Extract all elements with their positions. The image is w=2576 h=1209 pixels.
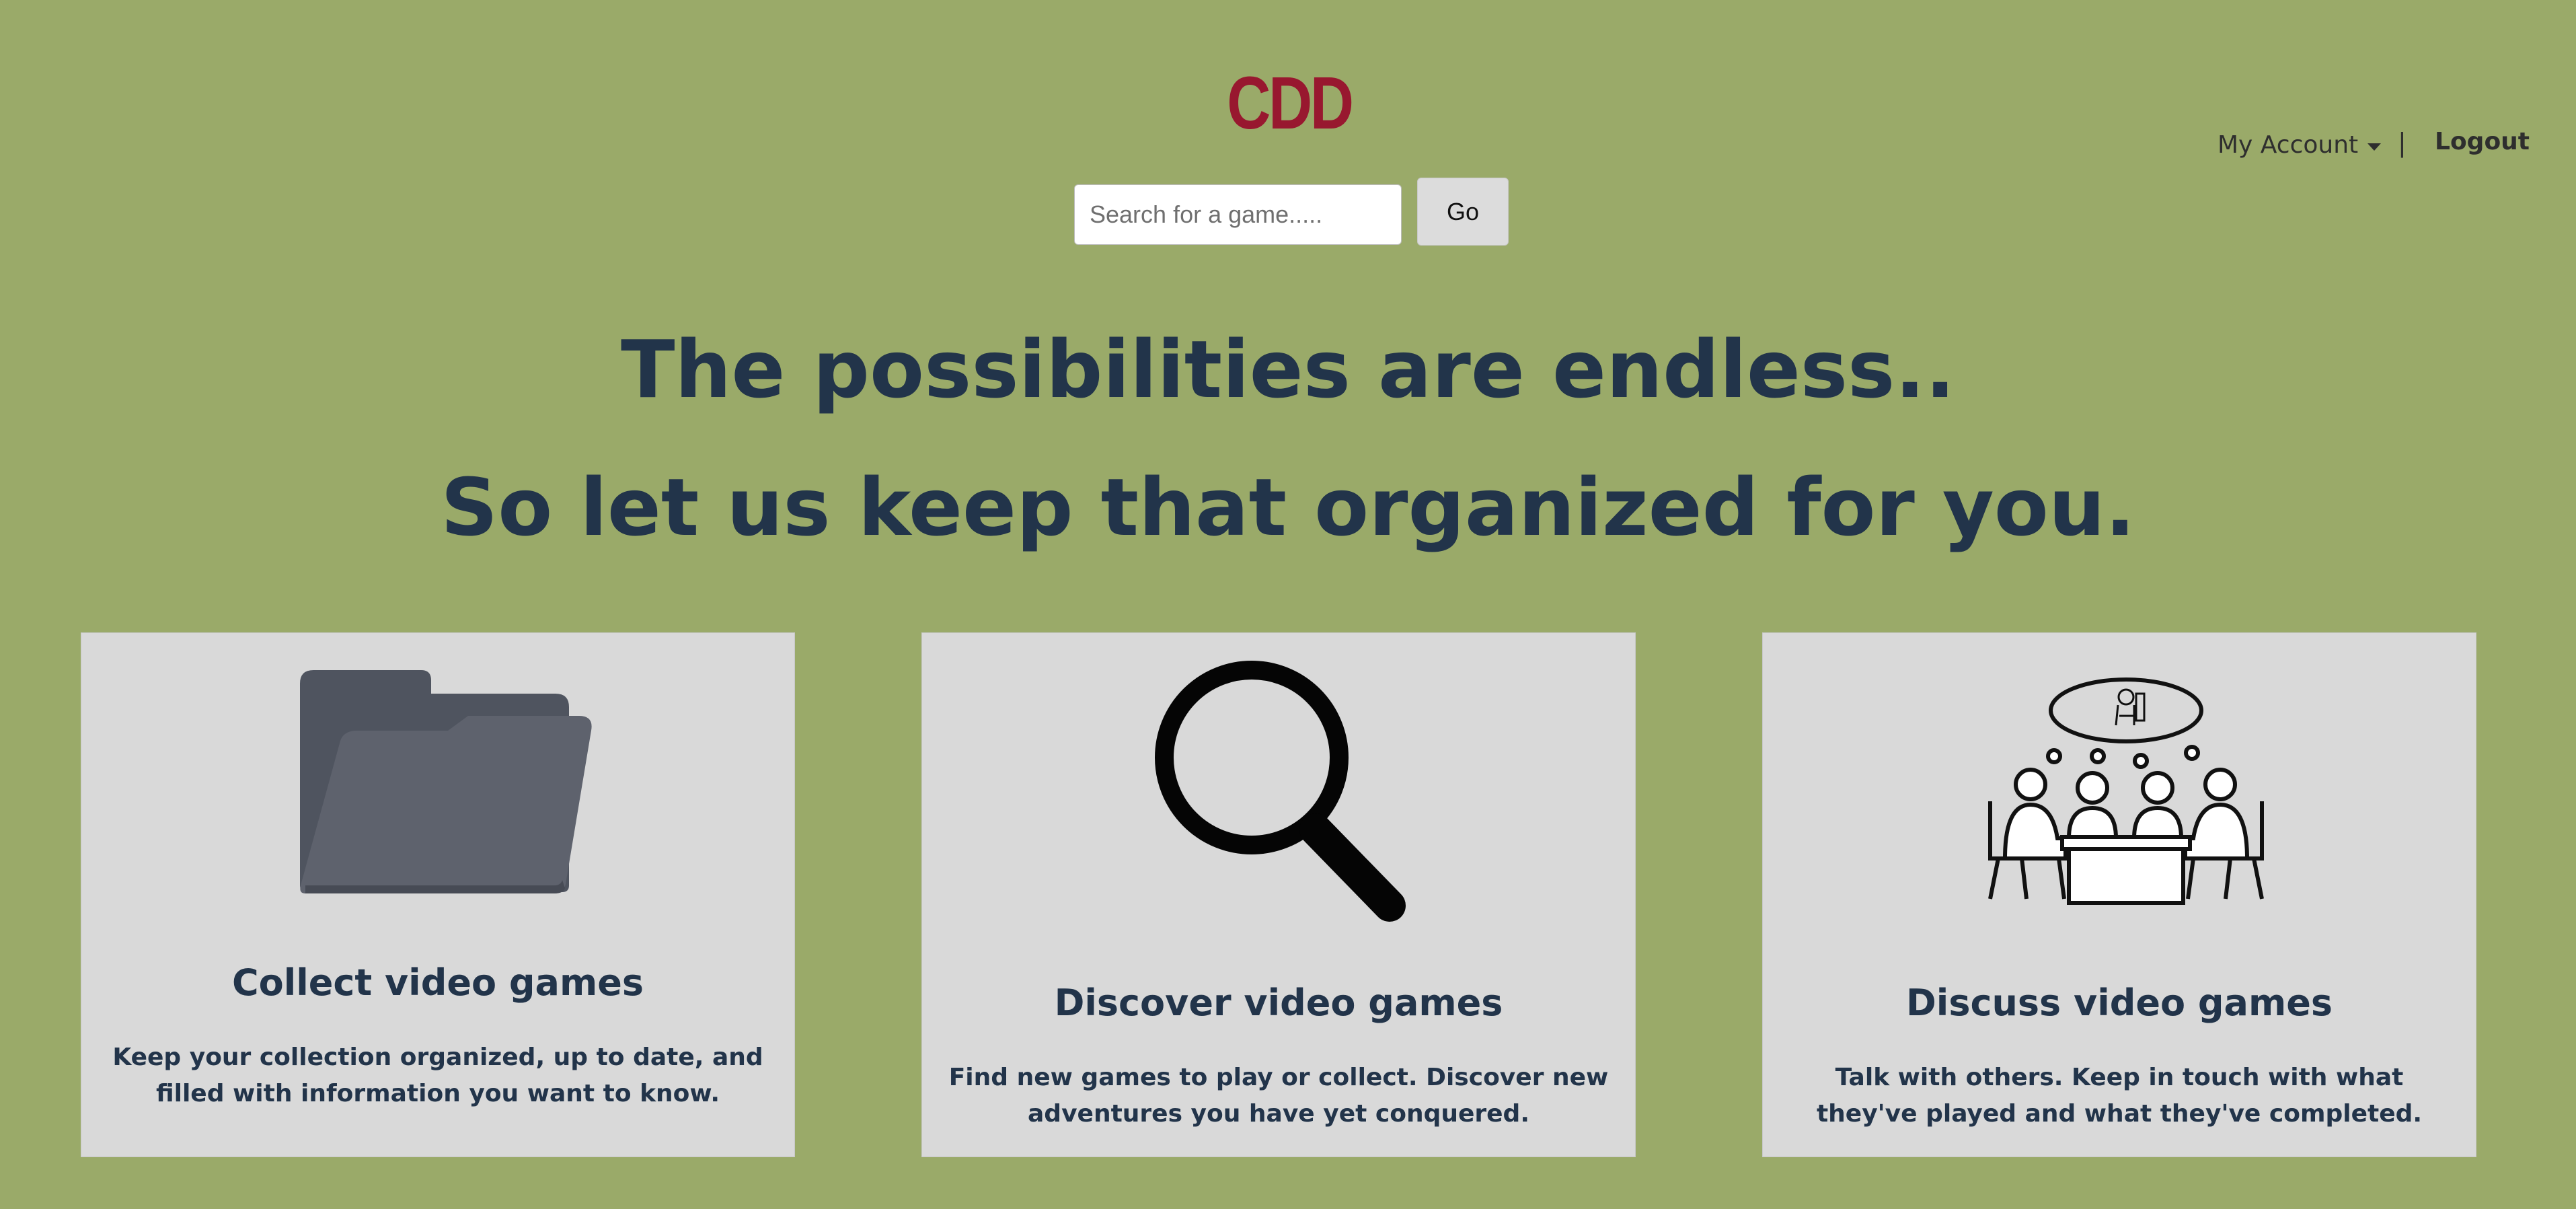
card-title: Discover video games [1054,982,1503,1024]
folder-icon [300,670,592,893]
hero-headline: The possibilities are endless.. [620,323,1956,416]
nav-divider: | [2398,128,2407,157]
feature-card-discover: Discover video games Find new games to p… [921,632,1636,1157]
card-title: Discuss video games [1905,982,2333,1024]
card-description: Keep your collection organized, up to da… [112,1043,763,1107]
card-description: Find new games to play or collect. Disco… [948,1064,1609,1128]
feature-card-collect: Collect video games Keep your collection… [81,632,795,1157]
caret-down-icon [2367,143,2382,151]
card-title: Collect video games [231,961,644,1004]
my-account-dropdown[interactable]: My Account [2218,128,2382,161]
logo[interactable]: CDD [1227,62,1354,145]
search-input[interactable] [1074,184,1402,245]
card-description: Talk with others. Keep in touch with wha… [1816,1064,2423,1128]
feature-card-discuss: Discuss video games Talk with others. Ke… [1762,632,2476,1157]
logout-link[interactable]: Logout [2435,128,2530,155]
magnifier-icon [1155,661,1406,922]
hero-subheadline: So let us keep that organized for you. [441,461,2135,554]
my-account-label: My Account [2218,131,2359,159]
go-button[interactable]: Go [1417,178,1509,246]
people-discussing-icon [1988,677,2264,905]
